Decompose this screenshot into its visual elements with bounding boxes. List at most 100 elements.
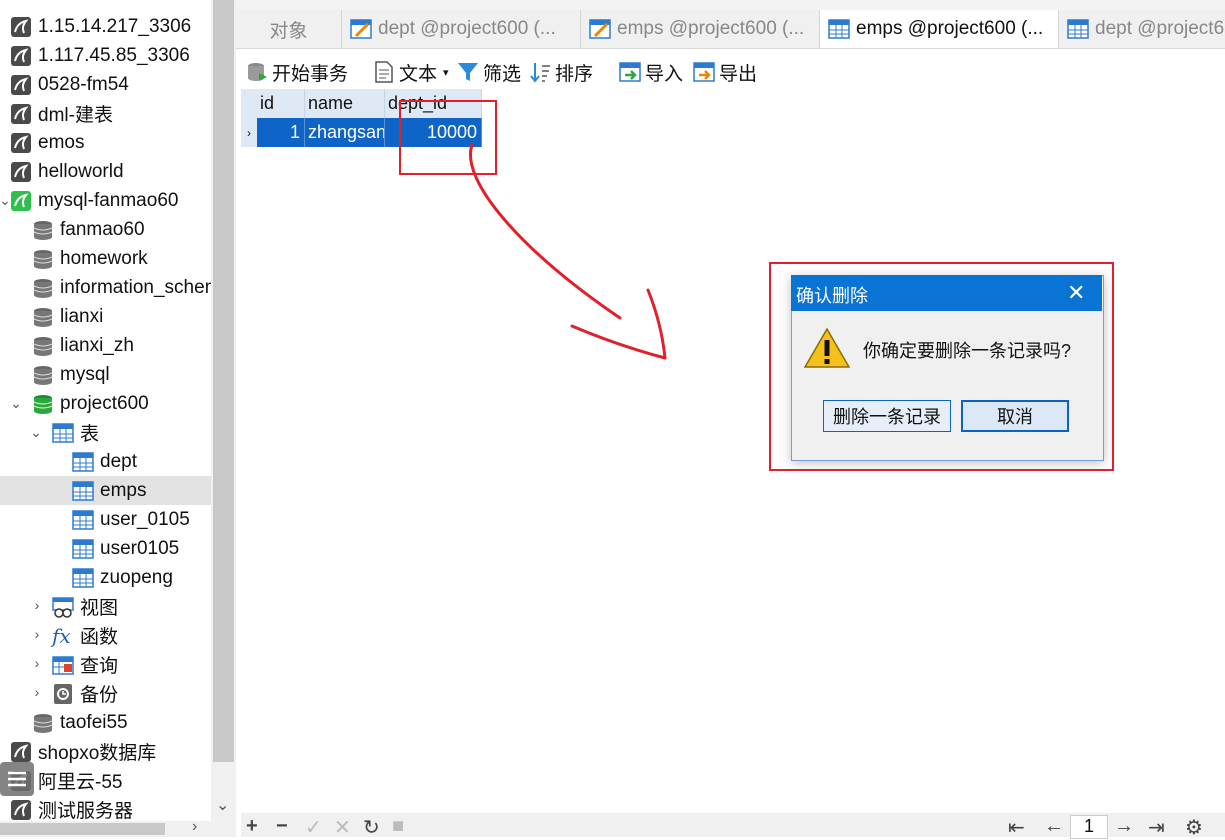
begin-transaction-label: 开始事务	[272, 63, 349, 85]
apply-changes-icon[interactable]: ✓	[305, 815, 322, 840]
refresh-icon[interactable]: ↻	[363, 815, 380, 840]
database-icon	[33, 336, 53, 356]
cell-id[interactable]: 1	[257, 118, 305, 147]
scroll-right-icon[interactable]: ›	[192, 818, 197, 836]
page-number: 1	[1083, 816, 1094, 836]
connection-label: 1.15.14.217_3306	[38, 15, 192, 37]
functions-folder[interactable]: fx 函数	[52, 621, 118, 650]
connection-item[interactable]: 1.15.14.217_3306	[10, 12, 191, 41]
table-icon	[72, 538, 94, 559]
row-indicator-icon[interactable]: ›	[241, 118, 257, 147]
backups-folder[interactable]: 备份	[52, 679, 118, 708]
chevron-down-icon[interactable]: ⌄	[9, 395, 23, 412]
cell-value: 1	[289, 122, 300, 142]
database-item-open[interactable]: project600	[32, 389, 149, 418]
floating-menu-icon[interactable]	[0, 762, 34, 796]
database-label: lianxi	[60, 305, 104, 327]
gear-icon[interactable]: ⚙	[1185, 815, 1203, 840]
tab-label: 对象	[269, 20, 308, 42]
folder-label: 查询	[80, 656, 119, 677]
sort-label: 排序	[555, 63, 594, 85]
scroll-down-icon[interactable]: ⌄	[216, 795, 229, 815]
backup-icon	[54, 683, 72, 704]
export-label: 导出	[719, 63, 758, 85]
database-item[interactable]: taofei55	[32, 708, 128, 737]
mysql-connection-icon	[11, 74, 31, 95]
discard-changes-icon[interactable]: ✕	[334, 815, 351, 840]
database-item[interactable]: information_schema	[32, 273, 211, 302]
column-header-id[interactable]: id	[257, 89, 305, 118]
queries-folder[interactable]: 查询	[52, 650, 118, 679]
database-icon	[33, 713, 53, 733]
grid-corner	[241, 89, 257, 118]
view-icon	[52, 596, 74, 618]
annotation-box-dialog	[769, 262, 1114, 471]
table-icon	[72, 567, 94, 588]
connection-item[interactable]: 测试服务器	[10, 795, 133, 824]
table-label: emps	[100, 479, 147, 501]
text-view-label: 文本	[399, 63, 438, 85]
sort-icon	[530, 63, 550, 83]
sort-button[interactable]: 排序	[529, 56, 593, 88]
column-header-label: id	[260, 93, 275, 113]
stop-icon[interactable]: ■	[392, 815, 404, 838]
connection-label: 阿里云-55	[38, 772, 123, 793]
column-header-name[interactable]: name	[305, 89, 385, 118]
filter-button[interactable]: 筛选	[457, 56, 521, 88]
database-item[interactable]: fanmao60	[32, 215, 145, 244]
database-item[interactable]: lianxi	[32, 302, 103, 331]
tab-emps-design[interactable]: emps @project600 (...	[581, 10, 820, 48]
mysql-connection-icon	[11, 16, 31, 37]
import-button[interactable]: 导入	[619, 56, 683, 88]
sidebar-scroll-thumb[interactable]	[213, 0, 234, 762]
table-item[interactable]: dept	[72, 447, 137, 476]
chevron-right-icon[interactable]: ›	[30, 626, 44, 642]
database-item[interactable]: lianxi_zh	[32, 331, 134, 360]
previous-page-icon[interactable]: ←	[1044, 815, 1064, 838]
table-item[interactable]: zuopeng	[72, 563, 173, 592]
database-item[interactable]: mysql	[32, 360, 110, 389]
connection-label: 0528-fm54	[38, 73, 129, 95]
tables-folder-label: 表	[80, 424, 100, 445]
connection-item[interactable]: 0528-fm54	[10, 70, 129, 99]
views-folder[interactable]: 视图	[52, 592, 118, 621]
tab-dept-data[interactable]: dept @project6	[1059, 10, 1225, 48]
database-label: mysql	[60, 363, 110, 385]
begin-transaction-button[interactable]: 开始事务	[246, 56, 348, 88]
database-item[interactable]: homework	[32, 244, 148, 273]
chevron-right-icon[interactable]: ›	[30, 684, 44, 700]
database-icon	[33, 220, 53, 240]
last-page-icon[interactable]: ⇥	[1148, 815, 1165, 840]
connection-item[interactable]: dml-建表	[10, 99, 113, 128]
folder-label: 视图	[80, 598, 119, 619]
export-button[interactable]: 导出	[693, 56, 757, 88]
database-label: project600	[60, 392, 149, 414]
tab-dept-design[interactable]: dept @project600 (...	[342, 10, 581, 48]
tab-emps-data[interactable]: emps @project600 (...	[820, 10, 1059, 48]
filter-icon	[458, 63, 478, 81]
chevron-right-icon[interactable]: ›	[30, 655, 44, 671]
connection-item[interactable]: emos	[10, 128, 84, 157]
page-number-input[interactable]: 1	[1070, 815, 1108, 839]
table-item-selected[interactable]: emps	[0, 476, 211, 505]
tables-folder[interactable]: 表	[52, 418, 99, 447]
cell-name[interactable]: zhangsan	[305, 118, 385, 147]
tab-objects[interactable]: 对象	[236, 10, 342, 48]
text-view-button[interactable]: 文本 ▾	[373, 56, 449, 88]
sidebar-hscroll-thumb[interactable]	[0, 823, 165, 835]
first-page-icon[interactable]: ⇤	[1008, 815, 1025, 840]
connection-item[interactable]: helloworld	[10, 157, 124, 186]
connection-item-open[interactable]: mysql-fanmao60	[10, 186, 178, 215]
chevron-right-icon[interactable]: ›	[30, 597, 44, 613]
add-record-icon[interactable]: +	[246, 815, 258, 838]
chevron-down-icon[interactable]: ⌄	[29, 424, 43, 441]
table-item[interactable]: user_0105	[72, 505, 190, 534]
connection-label: 测试服务器	[38, 801, 134, 822]
import-icon	[619, 62, 641, 82]
table-item[interactable]: user0105	[72, 534, 179, 563]
next-page-icon[interactable]: →	[1114, 815, 1134, 838]
delete-record-icon[interactable]: −	[276, 815, 288, 838]
table-icon	[72, 451, 94, 472]
table-design-icon	[350, 19, 372, 39]
connection-item[interactable]: 1.117.45.85_3306	[10, 41, 190, 70]
